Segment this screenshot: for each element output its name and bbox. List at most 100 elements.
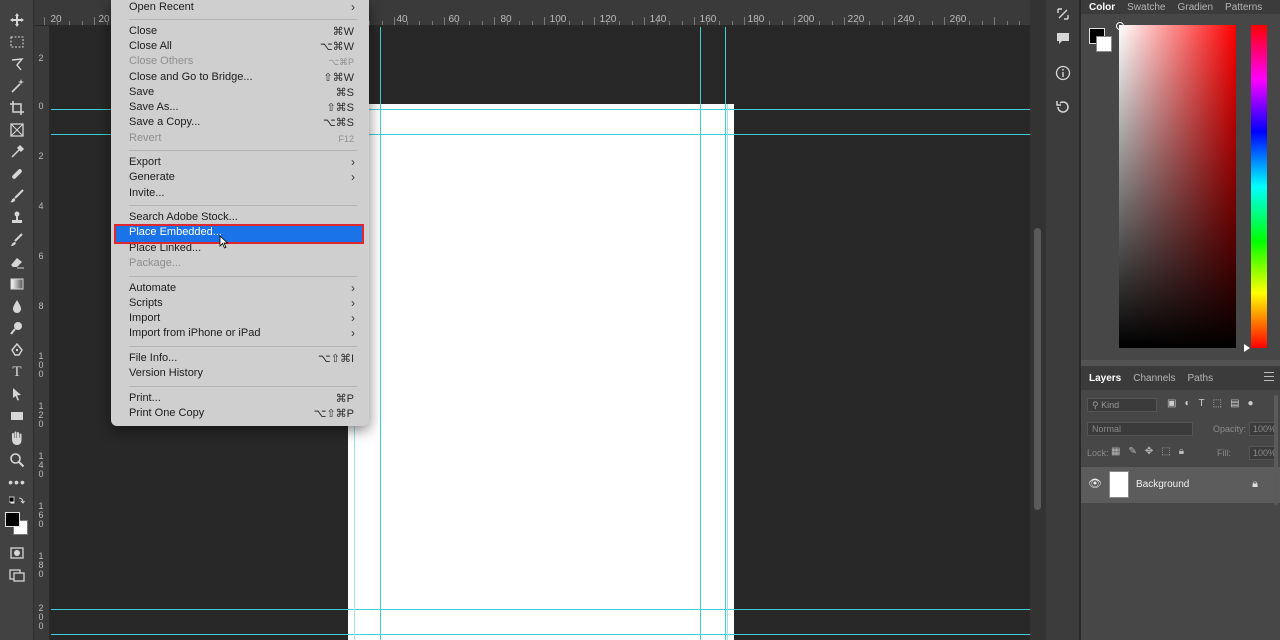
menu-item-close[interactable]: Close ⌘W <box>111 24 369 39</box>
pixel-filter-icon[interactable]: ▣ <box>1167 398 1176 409</box>
gradient-tool-icon[interactable] <box>5 274 29 294</box>
menu-item-label: Close <box>129 25 158 37</box>
lock-artboard-icon[interactable]: ⬚ <box>1161 446 1170 457</box>
swap-colors-icon[interactable] <box>5 495 29 509</box>
frame-tool-icon[interactable] <box>5 120 29 140</box>
blur-tool-icon[interactable] <box>5 296 29 316</box>
tab-layers[interactable]: Layers <box>1089 373 1121 384</box>
panel-menu-icon[interactable] <box>1264 372 1274 381</box>
menu-item-save-a-copy[interactable]: Save a Copy... ⌥⌘S <box>111 115 369 130</box>
hue-slider-marker[interactable] <box>1244 344 1250 352</box>
menu-item-file-info[interactable]: File Info... ⌥⇧⌘I <box>111 351 369 366</box>
vertical-scrollbar[interactable] <box>1030 0 1046 640</box>
layer-row[interactable]: 👁︎ Background 🔒︎ <box>1081 467 1280 503</box>
hand-tool-icon[interactable] <box>5 428 29 448</box>
color-picker-handle[interactable] <box>1116 22 1124 30</box>
quick-mask-icon[interactable] <box>5 543 29 563</box>
menu-item-generate[interactable]: Generate › <box>111 170 369 185</box>
ruler-tick-label: 120 <box>599 14 617 25</box>
blend-mode-select[interactable]: Normal <box>1087 422 1193 436</box>
screen-mode-icon[interactable] <box>5 565 29 585</box>
visibility-eye-icon[interactable]: 👁︎ <box>1088 477 1102 490</box>
menu-item-version-history[interactable]: Version History <box>111 366 369 381</box>
menu-item-label: Save a Copy... <box>129 116 201 128</box>
type-filter-icon[interactable]: T <box>1199 398 1205 409</box>
history-icon[interactable] <box>1055 99 1071 115</box>
lock-image-icon[interactable]: ✎ <box>1128 446 1136 457</box>
marquee-tool-icon[interactable] <box>5 32 29 52</box>
color-panel-background-swatch[interactable] <box>1096 36 1112 52</box>
history-brush-icon[interactable] <box>5 230 29 250</box>
filter-toggle-icon[interactable]: ● <box>1248 398 1254 409</box>
menu-item-search-adobe-stock[interactable]: Search Adobe Stock... <box>111 210 369 225</box>
tab-paths[interactable]: Paths <box>1188 373 1214 384</box>
guide-vertical[interactable] <box>380 27 381 640</box>
info-icon[interactable] <box>1055 65 1071 81</box>
opacity-input[interactable]: 100% <box>1249 422 1277 436</box>
lock-position-icon[interactable]: ✥ <box>1145 446 1153 457</box>
eyedropper-icon[interactable] <box>5 142 29 162</box>
menu-item-print-one-copy[interactable]: Print One Copy ⌥⇧⌘P <box>111 406 369 421</box>
zoom-tool-icon[interactable] <box>5 450 29 470</box>
menu-item-save-as[interactable]: Save As... ⇧⌘S <box>111 100 369 115</box>
panels-scrollbar[interactable] <box>1274 395 1278 505</box>
menu-item-close-and-go-to-bridge[interactable]: Close and Go to Bridge... ⇧⌘W <box>111 70 369 85</box>
layer-name: Background <box>1136 479 1190 490</box>
shape-filter-icon[interactable]: ⬚ <box>1213 398 1222 409</box>
tab-swatche[interactable]: Swatche <box>1127 2 1165 13</box>
guide-vertical[interactable] <box>700 27 701 640</box>
color-picker-field[interactable] <box>1119 25 1236 348</box>
tab-color[interactable]: Color <box>1089 2 1115 13</box>
foreground-color-swatch[interactable] <box>5 512 20 527</box>
healing-brush-icon[interactable] <box>5 164 29 184</box>
rectangle-tool-icon[interactable] <box>5 406 29 426</box>
adjustment-filter-icon[interactable]: ◐ <box>1184 398 1190 409</box>
type-tool-icon[interactable]: T <box>5 362 29 382</box>
ruler-vertical[interactable]: 2 0 2 4 6 8 100 120 140 160 180 200 <box>34 26 50 640</box>
scrollbar-thumb[interactable] <box>1034 228 1041 510</box>
crop-tool-icon[interactable] <box>5 98 29 118</box>
menu-item-invite[interactable]: Invite... <box>111 186 369 201</box>
eraser-tool-icon[interactable] <box>5 252 29 272</box>
move-tool-icon[interactable] <box>5 10 29 30</box>
hue-slider[interactable] <box>1251 25 1267 348</box>
menu-item-close-all[interactable]: Close All ⌥⌘W <box>111 39 369 54</box>
photoshop-window: T ••• 20 20 40 60 80 100 120 140 160 180 200 220 240… <box>0 0 1280 640</box>
menu-item-import[interactable]: Import › <box>111 311 369 326</box>
menu-item-import-from-iphone-or-ipad[interactable]: Import from iPhone or iPad › <box>111 326 369 341</box>
pen-tool-icon[interactable] <box>5 340 29 360</box>
smart-object-filter-icon[interactable]: ▤ <box>1230 398 1239 409</box>
tab-channels[interactable]: Channels <box>1133 373 1175 384</box>
submenu-arrow-icon: › <box>351 0 355 14</box>
guide-horizontal[interactable] <box>51 634 1030 635</box>
ruler-mark <box>94 17 95 25</box>
menu-item-save[interactable]: Save ⌘S <box>111 85 369 100</box>
menu-item-open-recent[interactable]: Open Recent › <box>111 0 369 15</box>
ruler-mark <box>706 21 708 25</box>
fill-input[interactable]: 100% <box>1249 446 1277 460</box>
clone-stamp-icon[interactable] <box>5 208 29 228</box>
menu-item-scripts[interactable]: Scripts › <box>111 296 369 311</box>
comments-icon[interactable] <box>1055 30 1071 46</box>
menu-item-print[interactable]: Print... ⌘P <box>111 391 369 406</box>
lock-transparent-icon[interactable]: ▦ <box>1111 446 1120 457</box>
layer-lock-icon[interactable]: 🔒︎ <box>1252 478 1258 491</box>
more-tools-icon[interactable]: ••• <box>5 472 29 492</box>
document-canvas[interactable] <box>348 104 734 640</box>
guide-vertical[interactable] <box>725 27 726 640</box>
layer-filter-kind[interactable]: ⚲ Kind <box>1087 398 1157 412</box>
magic-wand-icon[interactable] <box>5 76 29 96</box>
adjustments-icon[interactable] <box>1055 6 1071 22</box>
menu-item-automate[interactable]: Automate › <box>111 281 369 296</box>
ruler-mark <box>544 17 545 25</box>
guide-horizontal[interactable] <box>51 609 1030 610</box>
path-selection-icon[interactable] <box>5 384 29 404</box>
tab-patterns[interactable]: Patterns <box>1225 2 1262 13</box>
ruler-mark <box>681 21 683 25</box>
brush-tool-icon[interactable] <box>5 186 29 206</box>
menu-item-export[interactable]: Export › <box>111 155 369 170</box>
lock-all-icon[interactable]: 🔒︎ <box>1179 446 1184 457</box>
lasso-tool-icon[interactable] <box>5 54 29 74</box>
tab-gradien[interactable]: Gradien <box>1177 2 1213 13</box>
dodge-tool-icon[interactable] <box>5 318 29 338</box>
